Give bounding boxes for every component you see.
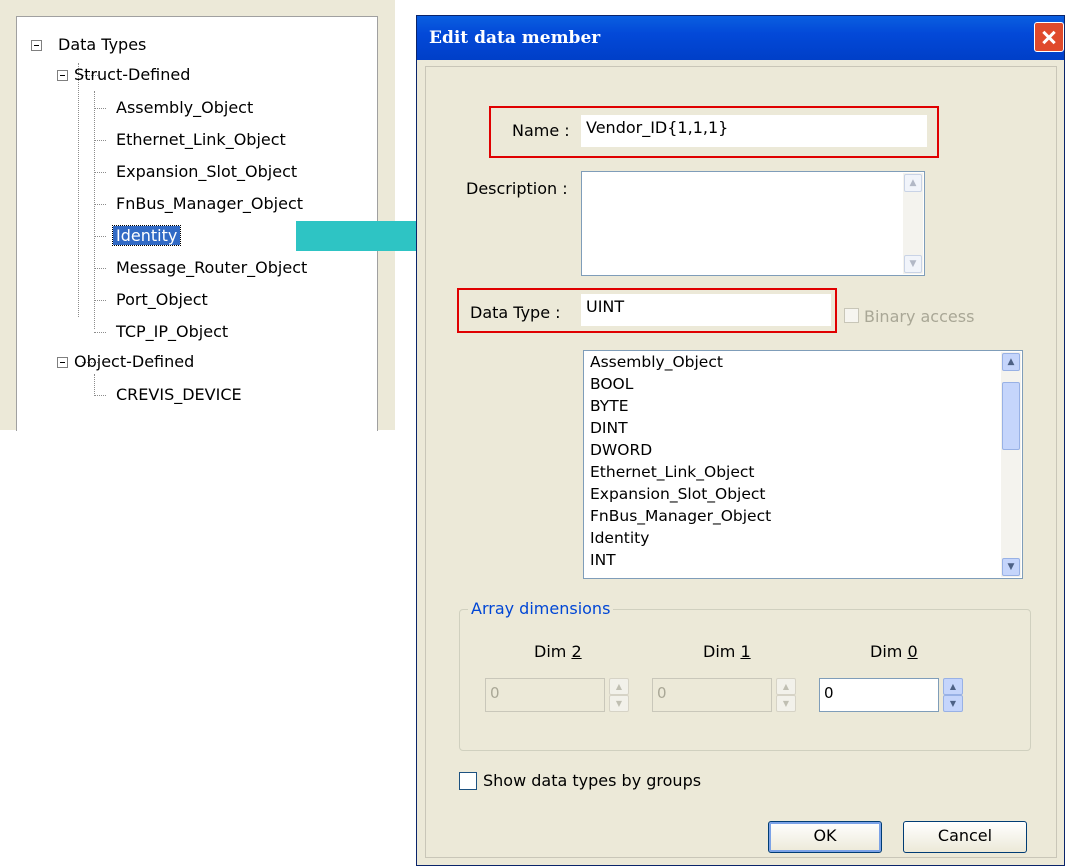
list-item[interactable]: BYTE (584, 395, 1022, 417)
dim1-label: Dim 1 (703, 642, 751, 661)
description-textarea[interactable]: ▲ ▼ (581, 171, 925, 276)
tree-item[interactable]: Expansion_Slot_Object (93, 158, 300, 186)
dim0-input[interactable]: 0 (819, 678, 939, 712)
tree-item[interactable]: Port_Object (93, 286, 211, 314)
list-item[interactable]: FnBus_Manager_Object (584, 505, 1022, 527)
tree-group-struct-defined[interactable]: Struct-Defined (57, 61, 193, 89)
dim2-spinner[interactable]: ▲ ▼ (609, 678, 629, 712)
spin-up-icon[interactable]: ▲ (776, 678, 796, 695)
spin-up-icon[interactable]: ▲ (609, 678, 629, 695)
name-input[interactable]: Vendor_ID{1,1,1} (581, 115, 927, 147)
tree-root-data-types[interactable]: Data Types (25, 31, 149, 59)
collapse-toggle-icon[interactable] (31, 40, 42, 51)
list-item[interactable]: Ethernet_Link_Object (584, 461, 1022, 483)
show-groups-label: Show data types by groups (483, 771, 702, 790)
edit-data-member-dialog: Edit data member Name : Vendor_ID{1,1,1}… (416, 15, 1065, 866)
description-label: Description : (466, 179, 568, 198)
tree-item[interactable]: Message_Router_Object (93, 254, 310, 282)
listbox-scrollbar[interactable]: ▲ ▼ (1001, 352, 1021, 577)
show-groups-checkbox[interactable] (459, 772, 477, 790)
tree-item[interactable]: Assembly_Object (93, 94, 256, 122)
list-item[interactable]: DWORD (584, 439, 1022, 461)
dialog-client-area: Name : Vendor_ID{1,1,1} Description : ▲ … (425, 66, 1057, 858)
list-item[interactable]: Expansion_Slot_Object (584, 483, 1022, 505)
list-item[interactable]: BOOL (584, 373, 1022, 395)
dim1-spinner[interactable]: ▲ ▼ (776, 678, 796, 712)
cancel-button[interactable]: Cancel (903, 821, 1027, 853)
list-item[interactable]: INT (584, 549, 1022, 571)
spin-up-icon[interactable]: ▲ (943, 678, 963, 695)
datatype-input[interactable]: UINT (581, 294, 831, 326)
scroll-up-icon[interactable]: ▲ (904, 174, 922, 192)
spin-down-icon[interactable]: ▼ (776, 695, 796, 712)
dialog-title: Edit data member (429, 28, 601, 48)
ok-button[interactable]: OK (768, 821, 882, 853)
list-item[interactable]: Identity (584, 527, 1022, 549)
scrollbar-thumb[interactable] (1002, 382, 1020, 450)
name-label: Name : (512, 121, 570, 140)
tree-line (78, 63, 79, 317)
collapse-toggle-icon[interactable] (57, 70, 68, 81)
dim1-input[interactable]: 0 (652, 678, 772, 712)
dim2-input[interactable]: 0 (485, 678, 605, 712)
binary-access-checkbox[interactable] (844, 308, 859, 323)
description-scrollbar[interactable]: ▲ ▼ (903, 173, 923, 274)
tree-item[interactable]: Ethernet_Link_Object (93, 126, 289, 154)
list-item[interactable]: DINT (584, 417, 1022, 439)
tree-item[interactable]: CREVIS_DEVICE (93, 381, 245, 409)
tree-item-identity-selected[interactable]: Identity (93, 222, 182, 250)
scroll-up-icon[interactable]: ▲ (1002, 353, 1020, 371)
dim2-label: Dim 2 (534, 642, 582, 661)
datatype-listbox[interactable]: Assembly_Object BOOL BYTE DINT DWORD Eth… (583, 350, 1023, 579)
binary-access-label: Binary access (864, 307, 975, 326)
dim0-spinner[interactable]: ▲ ▼ (943, 678, 963, 712)
dialog-titlebar[interactable]: Edit data member (417, 16, 1064, 60)
tree-group-object-defined[interactable]: Object-Defined (57, 348, 197, 376)
list-item[interactable]: Assembly_Object (584, 351, 1022, 373)
spin-down-icon[interactable]: ▼ (609, 695, 629, 712)
array-dimensions-title: Array dimensions (468, 599, 614, 618)
spin-down-icon[interactable]: ▼ (943, 695, 963, 712)
scroll-down-icon[interactable]: ▼ (1002, 558, 1020, 576)
datatype-label: Data Type : (470, 303, 561, 322)
tree-item[interactable]: TCP_IP_Object (93, 318, 231, 346)
dim0-label: Dim 0 (870, 642, 918, 661)
tree-item[interactable]: FnBus_Manager_Object (93, 190, 306, 218)
close-icon[interactable] (1034, 22, 1064, 52)
scroll-down-icon[interactable]: ▼ (904, 255, 922, 273)
collapse-toggle-icon[interactable] (57, 357, 68, 368)
